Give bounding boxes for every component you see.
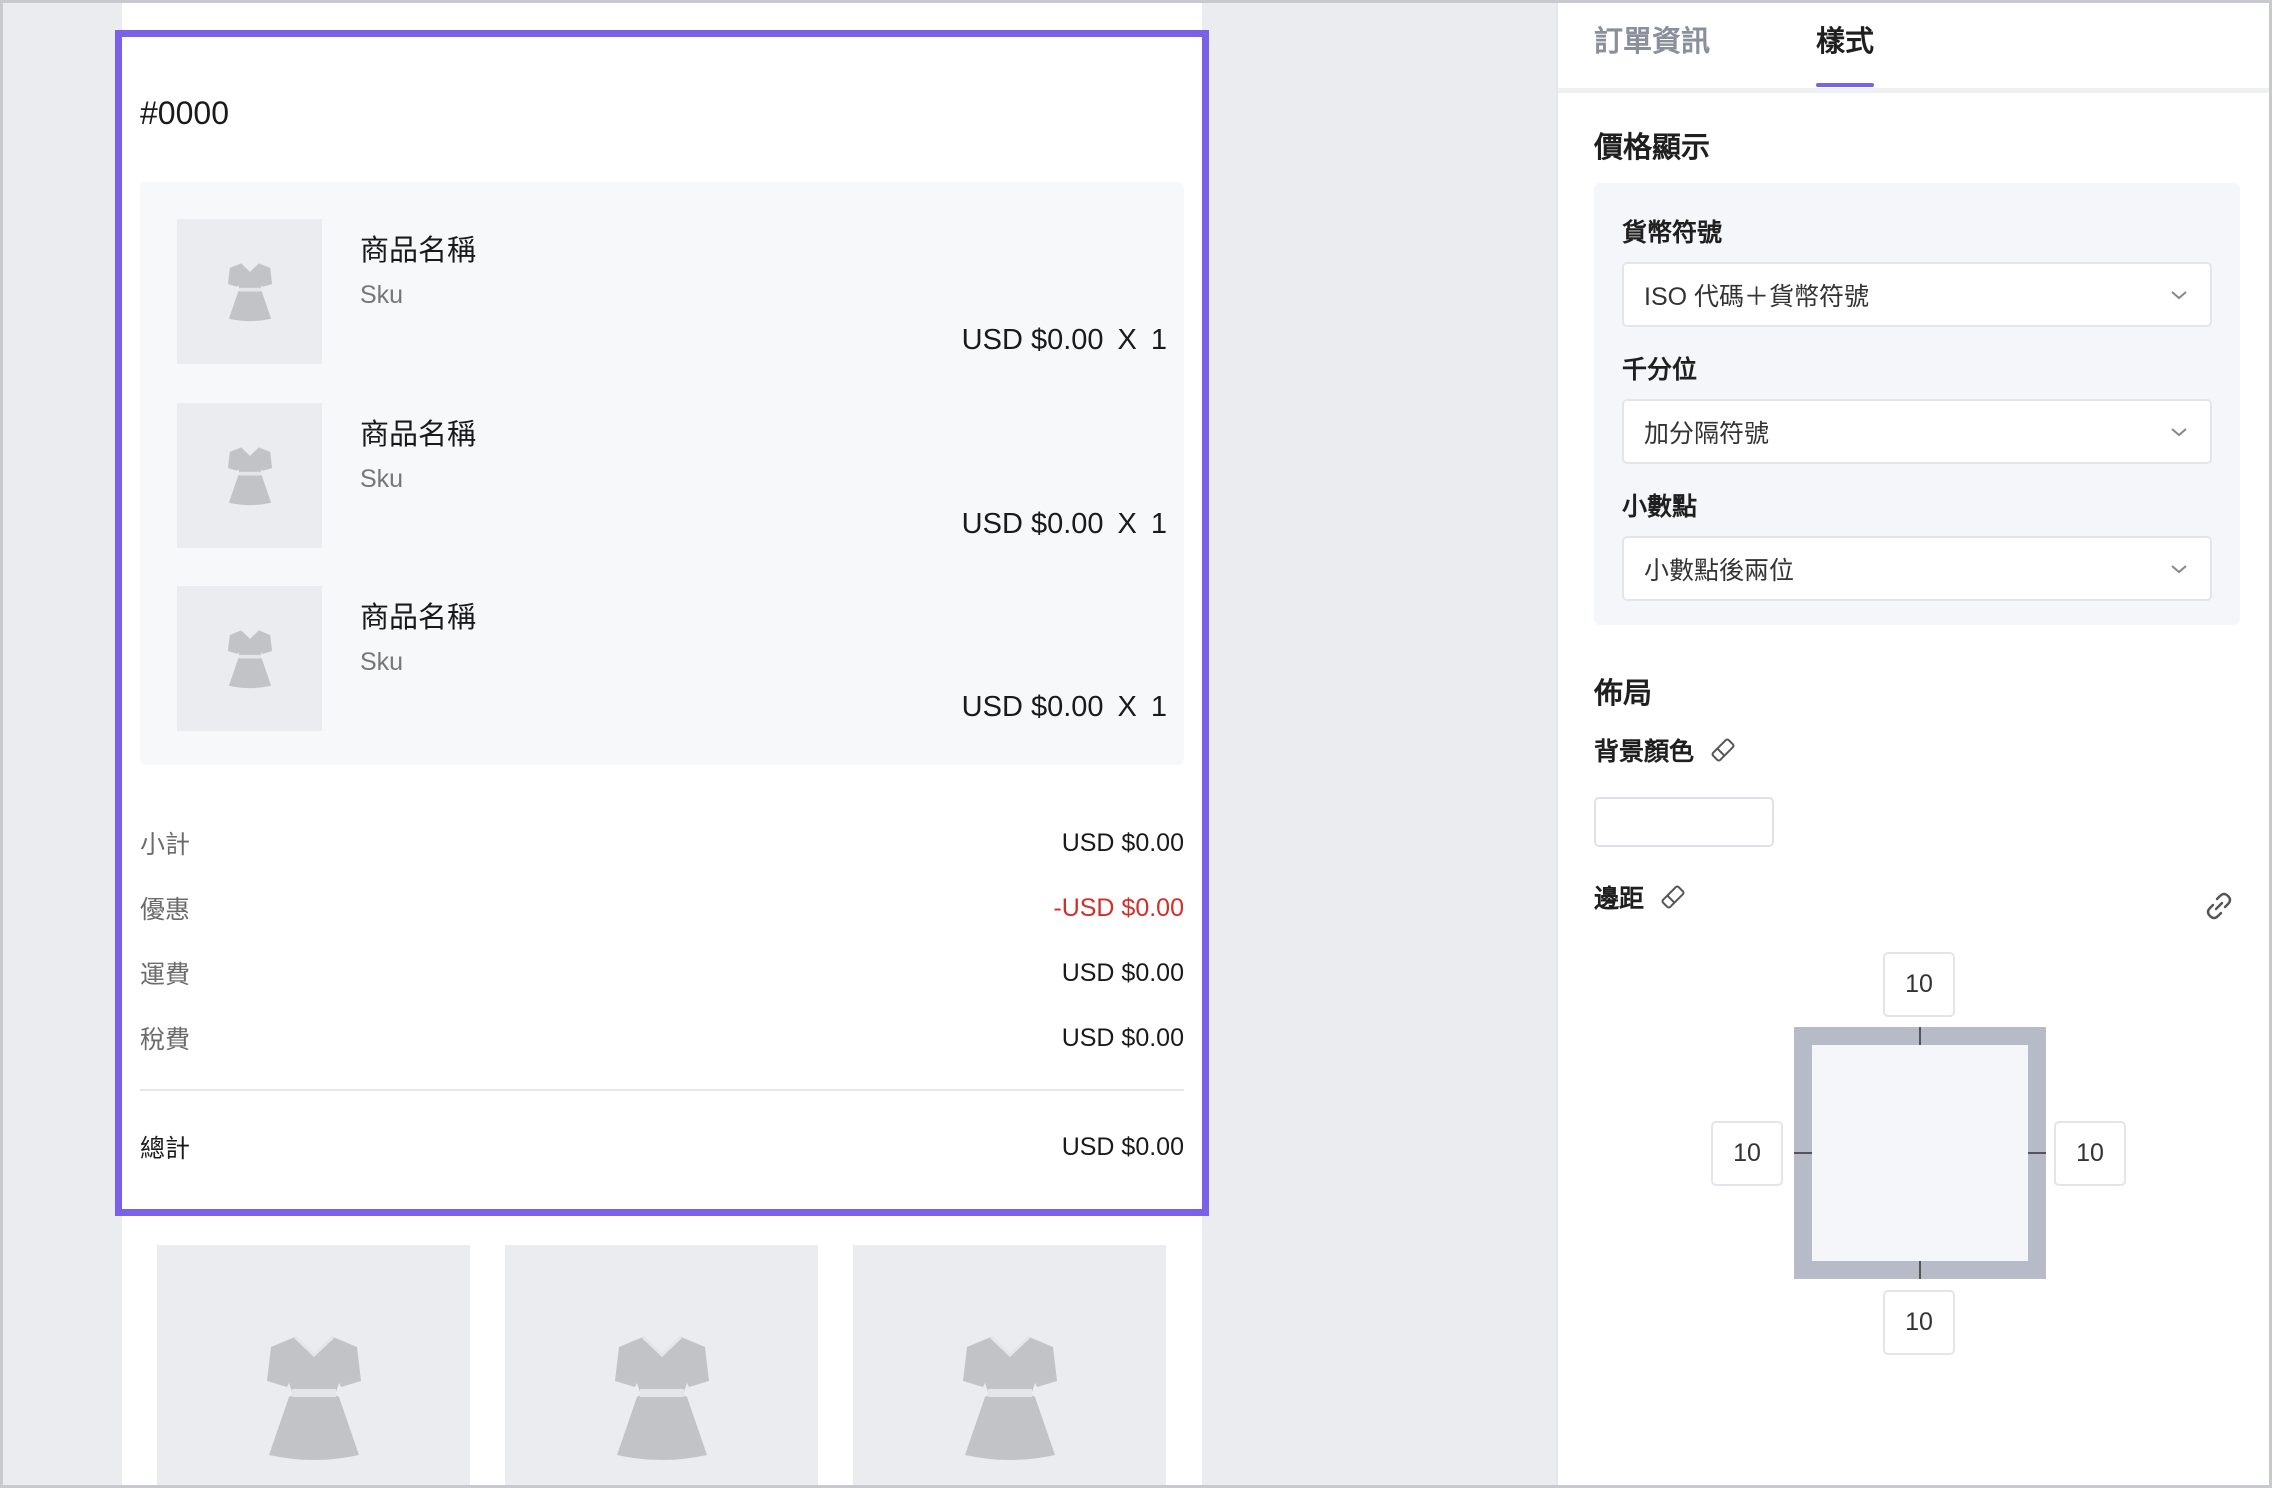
- subtotal-row: 小計 USD $0.00: [140, 823, 1184, 863]
- bg-color-label: 背景顏色: [1594, 738, 1695, 766]
- thousands-select-value: 加分隔符號: [1644, 419, 1770, 448]
- item-price: USD $0.00 X 1: [962, 324, 1167, 357]
- item-times: X: [1117, 508, 1137, 540]
- tabs-divider: [1558, 88, 2272, 93]
- dress-icon: [227, 262, 272, 321]
- tax-value: USD $0.00: [1061, 1023, 1184, 1052]
- bg-color-label-row: 背景顏色: [1594, 732, 1738, 768]
- decimal-select-value: 小數點後兩位: [1644, 556, 1795, 585]
- padding-tick-left: [1794, 1152, 1812, 1154]
- item-sku: Sku: [360, 648, 404, 676]
- tax-row: 稅費 USD $0.00: [140, 1018, 1184, 1058]
- currency-select[interactable]: ISO 代碼＋貨幣符號: [1622, 262, 2212, 327]
- padding-label-row: 邊距: [1594, 879, 1688, 915]
- chevron-down-icon: [2171, 290, 2187, 299]
- product-card[interactable]: [157, 1245, 470, 1488]
- dress-icon: [614, 1335, 709, 1460]
- padding-top-input[interactable]: 10: [1883, 952, 1955, 1017]
- item-price: USD $0.00 X 1: [962, 508, 1167, 541]
- padding-tick-right: [2028, 1152, 2046, 1154]
- shipping-row: 運費 USD $0.00: [140, 953, 1184, 993]
- padding-right-input[interactable]: 10: [2054, 1121, 2126, 1186]
- item-qty: 1: [1150, 691, 1167, 723]
- padding-tick-bottom: [1919, 1261, 1921, 1279]
- item-price-value: USD $0.00: [961, 508, 1104, 540]
- shipping-value: USD $0.00: [1061, 958, 1184, 987]
- discount-value: -USD $0.00: [1053, 893, 1184, 922]
- bg-color-picker[interactable]: [1594, 797, 1774, 847]
- product-card[interactable]: [505, 1245, 818, 1488]
- item-name: 商品名稱: [360, 419, 477, 451]
- tab-style[interactable]: 樣式: [1816, 18, 1874, 60]
- eraser-icon[interactable]: [1708, 735, 1738, 765]
- product-recommendations: [122, 1245, 1202, 1488]
- style-settings-panel: 訂單資訊 樣式 價格顯示 貨幣符號 ISO 代碼＋貨幣符號 千分位 加分隔符號 …: [1556, 0, 2272, 1488]
- price-display-title: 價格顯示: [1594, 132, 1711, 164]
- currency-select-value: ISO 代碼＋貨幣符號: [1644, 282, 1870, 311]
- padding-content-area: [1812, 1045, 2028, 1261]
- decimal-label: 小數點: [1622, 493, 1698, 521]
- item-qty: 1: [1150, 508, 1167, 540]
- layout-title: 佈局: [1594, 678, 1653, 710]
- product-card[interactable]: [853, 1245, 1166, 1488]
- link-icon[interactable]: [2203, 890, 2235, 922]
- order-number: #0000: [140, 95, 229, 131]
- total-label: 總計: [140, 1135, 191, 1163]
- thousands-select[interactable]: 加分隔符號: [1622, 399, 2212, 464]
- shipping-label: 運費: [140, 961, 191, 989]
- order-summary-block[interactable]: #0000 商品名稱 Sku USD $0.00 X 1 商品名稱 Sku US…: [115, 30, 1209, 1216]
- eraser-icon[interactable]: [1658, 882, 1688, 912]
- tax-label: 稅費: [140, 1026, 191, 1054]
- total-value: USD $0.00: [1061, 1132, 1184, 1161]
- currency-label: 貨幣符號: [1622, 219, 1723, 247]
- order-item: 商品名稱 Sku USD $0.00 X 1: [177, 586, 1167, 731]
- item-name: 商品名稱: [360, 602, 477, 634]
- dress-icon: [227, 629, 272, 688]
- decimal-select[interactable]: 小數點後兩位: [1622, 536, 2212, 601]
- padding-left-input[interactable]: 10: [1711, 1121, 1783, 1186]
- padding-bottom-input[interactable]: 10: [1883, 1290, 1955, 1355]
- item-price-value: USD $0.00: [961, 324, 1104, 356]
- item-times: X: [1117, 691, 1137, 723]
- price-display-settings: 貨幣符號 ISO 代碼＋貨幣符號 千分位 加分隔符號 小數點 小數點後兩位: [1594, 183, 2240, 625]
- padding-tick-top: [1919, 1027, 1921, 1045]
- chevron-down-icon: [2171, 427, 2187, 436]
- discount-row: 優惠 -USD $0.00: [140, 888, 1184, 928]
- subtotal-value: USD $0.00: [1061, 828, 1184, 857]
- dress-icon: [962, 1335, 1057, 1460]
- item-qty: 1: [1150, 324, 1167, 356]
- item-sku: Sku: [360, 465, 404, 493]
- product-thumbnail: [177, 219, 322, 364]
- tab-order-info[interactable]: 訂單資訊: [1594, 18, 1710, 60]
- padding-box-visual: [1794, 1027, 2046, 1279]
- summary-divider: [140, 1089, 1184, 1091]
- item-price-value: USD $0.00: [961, 691, 1104, 723]
- order-item: 商品名稱 Sku USD $0.00 X 1: [177, 403, 1167, 548]
- item-price: USD $0.00 X 1: [962, 691, 1167, 724]
- product-thumbnail: [177, 586, 322, 731]
- dress-icon: [266, 1335, 361, 1460]
- order-items-list: 商品名稱 Sku USD $0.00 X 1 商品名稱 Sku USD $0.00 X…: [140, 182, 1184, 765]
- item-sku: Sku: [360, 281, 404, 309]
- product-thumbnail: [177, 403, 322, 548]
- item-times: X: [1117, 324, 1137, 356]
- total-row: 總計 USD $0.00: [140, 1127, 1184, 1167]
- subtotal-label: 小計: [140, 831, 191, 859]
- padding-label: 邊距: [1594, 885, 1645, 913]
- discount-label: 優惠: [140, 896, 191, 924]
- dress-icon: [227, 446, 272, 505]
- thousands-label: 千分位: [1622, 356, 1698, 384]
- order-item: 商品名稱 Sku USD $0.00 X 1: [177, 219, 1167, 364]
- chevron-down-icon: [2171, 564, 2187, 573]
- item-name: 商品名稱: [360, 235, 477, 267]
- active-tab-indicator: [1816, 83, 1874, 87]
